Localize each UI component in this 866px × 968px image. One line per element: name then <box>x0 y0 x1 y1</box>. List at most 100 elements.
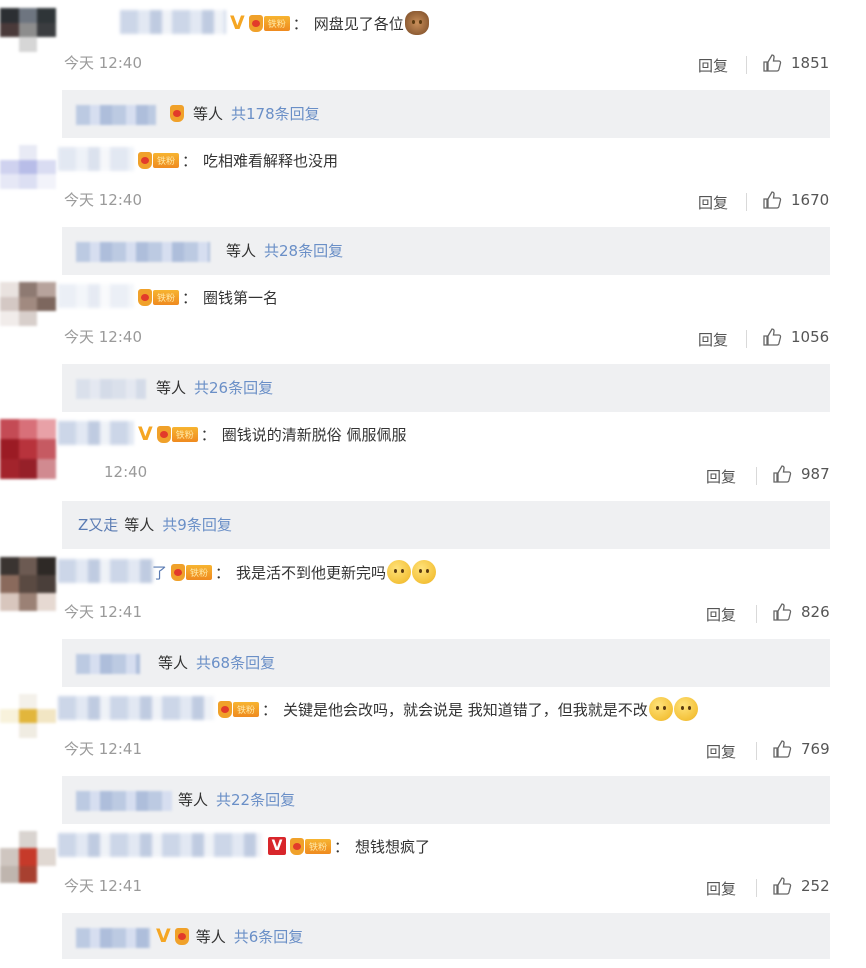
comment-item: 铁粉 ： 关键是他会改吗，就会说是 我知道错了，但我就是不改 今天 12:41 … <box>0 694 866 831</box>
username-blurred[interactable] <box>58 833 262 857</box>
username-blurred[interactable] <box>58 284 134 308</box>
view-replies-link[interactable]: 共28条回复 <box>264 240 343 261</box>
dog-emoji-icon <box>404 11 429 35</box>
view-replies-link[interactable]: 共26条回复 <box>194 377 273 398</box>
avatar[interactable] <box>0 8 56 52</box>
reply-username[interactable]: Z又走 <box>78 514 118 535</box>
like-count: 826 <box>801 603 830 621</box>
username-blurred[interactable] <box>58 147 134 171</box>
like-button[interactable]: 1851 <box>762 53 829 73</box>
comment-body: V 铁粉 ： 圈钱说的清新脱俗 佩服佩服 <box>138 422 407 445</box>
like-button[interactable]: 1670 <box>762 190 829 210</box>
like-count: 769 <box>801 740 830 758</box>
reply-button[interactable]: 回复 <box>706 878 736 899</box>
verified-icon: V <box>230 11 245 34</box>
avatar[interactable] <box>0 557 56 611</box>
emoji-icon <box>387 560 412 584</box>
thumbs-up-icon <box>773 740 792 758</box>
like-button[interactable]: 1056 <box>762 327 829 347</box>
thumbs-up-icon <box>773 603 792 621</box>
avatar[interactable] <box>0 419 56 479</box>
comment-time: 今天 12:41 <box>64 877 142 895</box>
comment-text: 网盘见了各位 <box>313 14 404 33</box>
comment-text: 圈钱说的清新脱俗 佩服佩服 <box>221 425 407 444</box>
comment-body: 铁粉 ： 圈钱第一名 <box>138 284 278 310</box>
like-count: 1670 <box>791 191 830 209</box>
divider <box>756 605 757 623</box>
reply-button[interactable]: 回复 <box>706 466 736 487</box>
thumbs-up-icon <box>763 328 782 346</box>
reply-button[interactable]: 回复 <box>698 192 728 213</box>
like-button[interactable]: 769 <box>772 739 830 759</box>
verified-icon: V <box>156 925 171 947</box>
reply-username-blurred <box>76 105 156 125</box>
reply-preview[interactable]: 等人 共28条回复 <box>62 227 830 275</box>
username-blurred[interactable] <box>58 559 154 583</box>
others-label: 等人 <box>156 379 187 397</box>
reply-button[interactable]: 回复 <box>706 741 736 762</box>
avatar[interactable] <box>0 694 56 738</box>
others-label: 等人 <box>124 516 155 534</box>
fan-badge-icon: 铁粉 <box>138 288 180 306</box>
reply-button[interactable]: 回复 <box>706 604 736 625</box>
others-label: 等人 <box>178 791 209 809</box>
comment-item: V 铁粉 ： 想钱想疯了 今天 12:41 回复 252 V 等人 共6条回复 <box>0 831 866 968</box>
username-blurred[interactable] <box>58 696 214 720</box>
reply-button[interactable]: 回复 <box>698 55 728 76</box>
verified-icon: V <box>268 837 286 855</box>
view-replies-link[interactable]: 共178条回复 <box>231 103 320 124</box>
emoji-icon <box>648 697 673 721</box>
comment-time: 今天 12:40 <box>64 328 142 346</box>
comment-item: V 铁粉 ： 网盘见了各位 今天 12:40 回复 1851 等人 共178条回… <box>0 8 866 145</box>
fan-badge-icon: 铁粉 <box>290 837 332 855</box>
comment-time: 今天 12:41 <box>64 603 142 621</box>
like-button[interactable]: 826 <box>772 602 830 622</box>
reply-preview[interactable]: V 等人 共6条回复 <box>62 913 830 959</box>
avatar[interactable] <box>0 831 56 883</box>
thumbs-up-icon <box>773 465 792 483</box>
reply-username-blurred <box>76 791 172 811</box>
username-blurred[interactable] <box>120 10 226 34</box>
comment-body: 铁粉 ： 吃相难看解释也没用 <box>138 147 338 173</box>
divider <box>756 879 757 897</box>
comment-text: 关键是他会改吗，就会说是 我知道错了，但我就是不改 <box>283 700 648 719</box>
others-label: 等人 <box>158 654 189 672</box>
thumbs-up-icon <box>763 191 782 209</box>
reply-preview[interactable]: 等人 共26条回复 <box>62 364 830 412</box>
like-count: 1056 <box>791 328 830 346</box>
comment-text: 吃相难看解释也没用 <box>203 151 339 170</box>
divider <box>756 467 757 485</box>
view-replies-link[interactable]: 共9条回复 <box>162 514 232 535</box>
view-replies-link[interactable]: 共68条回复 <box>196 652 275 673</box>
comment-time: 今天 12:40 <box>64 54 142 72</box>
comment-text: 圈钱第一名 <box>203 288 279 307</box>
reply-username-blurred <box>76 654 140 674</box>
comment-time: 12:40 <box>104 463 148 481</box>
reply-username-blurred <box>76 928 150 948</box>
fan-badge-icon <box>170 105 185 122</box>
comment-body: V 铁粉 ： 想钱想疯了 <box>268 833 430 859</box>
like-button[interactable]: 252 <box>772 876 830 896</box>
like-count: 252 <box>801 877 830 895</box>
comment-text: 我是活不到他更新完吗 <box>236 563 387 582</box>
reply-username-blurred <box>76 242 210 262</box>
like-button[interactable]: 987 <box>772 464 830 484</box>
avatar[interactable] <box>0 145 56 189</box>
comment-body: 了 铁粉 ： 我是活不到他更新完吗 <box>152 559 437 585</box>
emoji-icon <box>412 560 437 584</box>
reply-username-blurred <box>76 379 146 399</box>
divider <box>746 193 747 211</box>
comment-time: 今天 12:40 <box>64 191 142 209</box>
reply-preview[interactable]: 等人 共22条回复 <box>62 776 830 824</box>
fan-badge-icon <box>174 928 190 945</box>
avatar[interactable] <box>0 282 56 326</box>
reply-button[interactable]: 回复 <box>698 329 728 350</box>
view-replies-link[interactable]: 共22条回复 <box>216 789 295 810</box>
username-blurred[interactable] <box>58 421 134 445</box>
view-replies-link[interactable]: 共6条回复 <box>234 926 304 947</box>
thumbs-up-icon <box>763 54 782 72</box>
reply-preview[interactable]: 等人 共68条回复 <box>62 639 830 687</box>
reply-preview[interactable]: Z又走 等人 共9条回复 <box>62 501 830 549</box>
fan-badge-icon: 铁粉 <box>218 700 260 718</box>
reply-preview[interactable]: 等人 共178条回复 <box>62 90 830 138</box>
